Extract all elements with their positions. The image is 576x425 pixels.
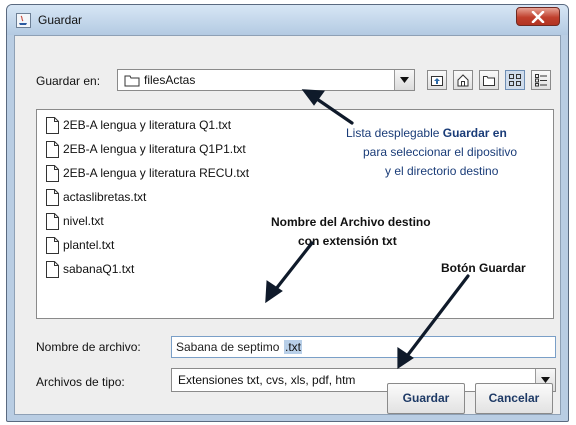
document-icon — [46, 141, 59, 158]
document-icon — [46, 213, 59, 230]
list-view-button[interactable] — [505, 70, 525, 90]
filename-annotation-line2: con extensión txt — [298, 234, 397, 248]
up-one-level-button[interactable] — [427, 70, 447, 90]
document-icon — [46, 261, 59, 278]
filename-selected-text: .txt — [284, 340, 303, 354]
details-view-button[interactable] — [531, 70, 551, 90]
file-name: 2EB-A lengua y literatura RECU.txt — [63, 166, 250, 180]
document-icon — [46, 117, 59, 134]
close-icon — [531, 11, 545, 23]
java-app-icon — [16, 13, 31, 28]
close-button[interactable] — [516, 7, 560, 26]
document-icon — [46, 165, 59, 182]
file-name: plantel.txt — [63, 238, 115, 252]
combo-annotation-line3: y el directorio destino — [385, 164, 499, 178]
save-in-dropdown-arrow[interactable] — [394, 70, 414, 90]
new-folder-icon — [483, 76, 495, 86]
details-view-icon — [535, 74, 547, 87]
save-in-combobox[interactable]: filesActas — [117, 69, 415, 91]
filename-annotation-line1: Nombre del Archivo destino — [271, 215, 431, 229]
combo-annotation-line1: Lista desplegable Guardar en — [346, 126, 507, 140]
filename-label-text: Nombre de archivo: — [36, 340, 141, 354]
file-name: sabanaQ1.txt — [63, 262, 135, 276]
save-button[interactable]: Guardar — [387, 383, 465, 414]
combo-annotation-line2: para seleccionar el dipositivo — [363, 145, 518, 159]
up-folder-icon — [431, 76, 443, 86]
document-icon — [46, 189, 59, 206]
filetype-value: Extensiones txt, cvs, xls, pdf, htm — [178, 373, 356, 387]
window-title: Guardar — [38, 13, 83, 27]
file-name: nivel.txt — [63, 214, 104, 228]
button-annotation: Botón Guardar — [441, 261, 526, 275]
folder-icon — [124, 75, 140, 87]
filename-value: Sabana de septimo — [176, 340, 280, 354]
chevron-down-icon — [400, 77, 409, 83]
list-view-icon — [509, 74, 521, 86]
file-name: actaslibretas.txt — [63, 190, 147, 204]
save-in-value: filesActas — [144, 73, 196, 87]
home-button[interactable] — [453, 70, 473, 90]
filename-input[interactable]: Sabana de septimo .txt — [171, 336, 556, 358]
filename-label: Nombre de archivo: — [36, 340, 141, 354]
file-name: 2EB-A lengua y literatura Q1.txt — [63, 118, 232, 132]
home-icon — [457, 74, 469, 87]
save-in-label: Guardar en: — [36, 74, 101, 88]
file-name: 2EB-A lengua y literatura Q1P1.txt — [63, 142, 246, 156]
title-bar[interactable]: Guardar — [7, 5, 568, 35]
document-icon — [46, 237, 59, 254]
new-folder-button[interactable] — [479, 70, 499, 90]
filetype-label: Archivos de tipo: — [36, 375, 125, 389]
cancel-button[interactable]: Cancelar — [475, 383, 553, 414]
